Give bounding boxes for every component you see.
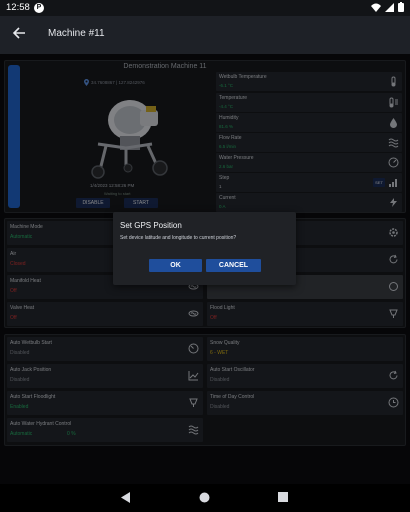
app-bar: Machine #11 bbox=[0, 16, 410, 54]
cancel-button[interactable]: CANCEL bbox=[206, 259, 261, 272]
status-time: 12:58 bbox=[6, 2, 30, 13]
app-notification-icon: P bbox=[34, 3, 44, 13]
page-title: Machine #11 bbox=[48, 28, 105, 39]
battery-icon bbox=[398, 2, 404, 12]
dialog-message: Set device latitude and longitude to cur… bbox=[120, 235, 237, 241]
signal-icon bbox=[385, 2, 394, 12]
dialog-title: Set GPS Position bbox=[120, 221, 182, 230]
status-bar: 12:58 P bbox=[0, 0, 410, 16]
recents-square-icon[interactable] bbox=[278, 492, 288, 502]
ok-button[interactable]: OK bbox=[149, 259, 202, 272]
status-icons bbox=[371, 2, 404, 12]
gps-dialog: Set GPS Position Set device latitude and… bbox=[113, 212, 296, 285]
system-nav-bar bbox=[0, 484, 410, 512]
back-triangle-icon[interactable] bbox=[121, 492, 131, 503]
home-circle-icon[interactable] bbox=[199, 492, 210, 503]
wifi-icon bbox=[371, 3, 381, 12]
arrow-left-icon[interactable] bbox=[12, 26, 26, 40]
